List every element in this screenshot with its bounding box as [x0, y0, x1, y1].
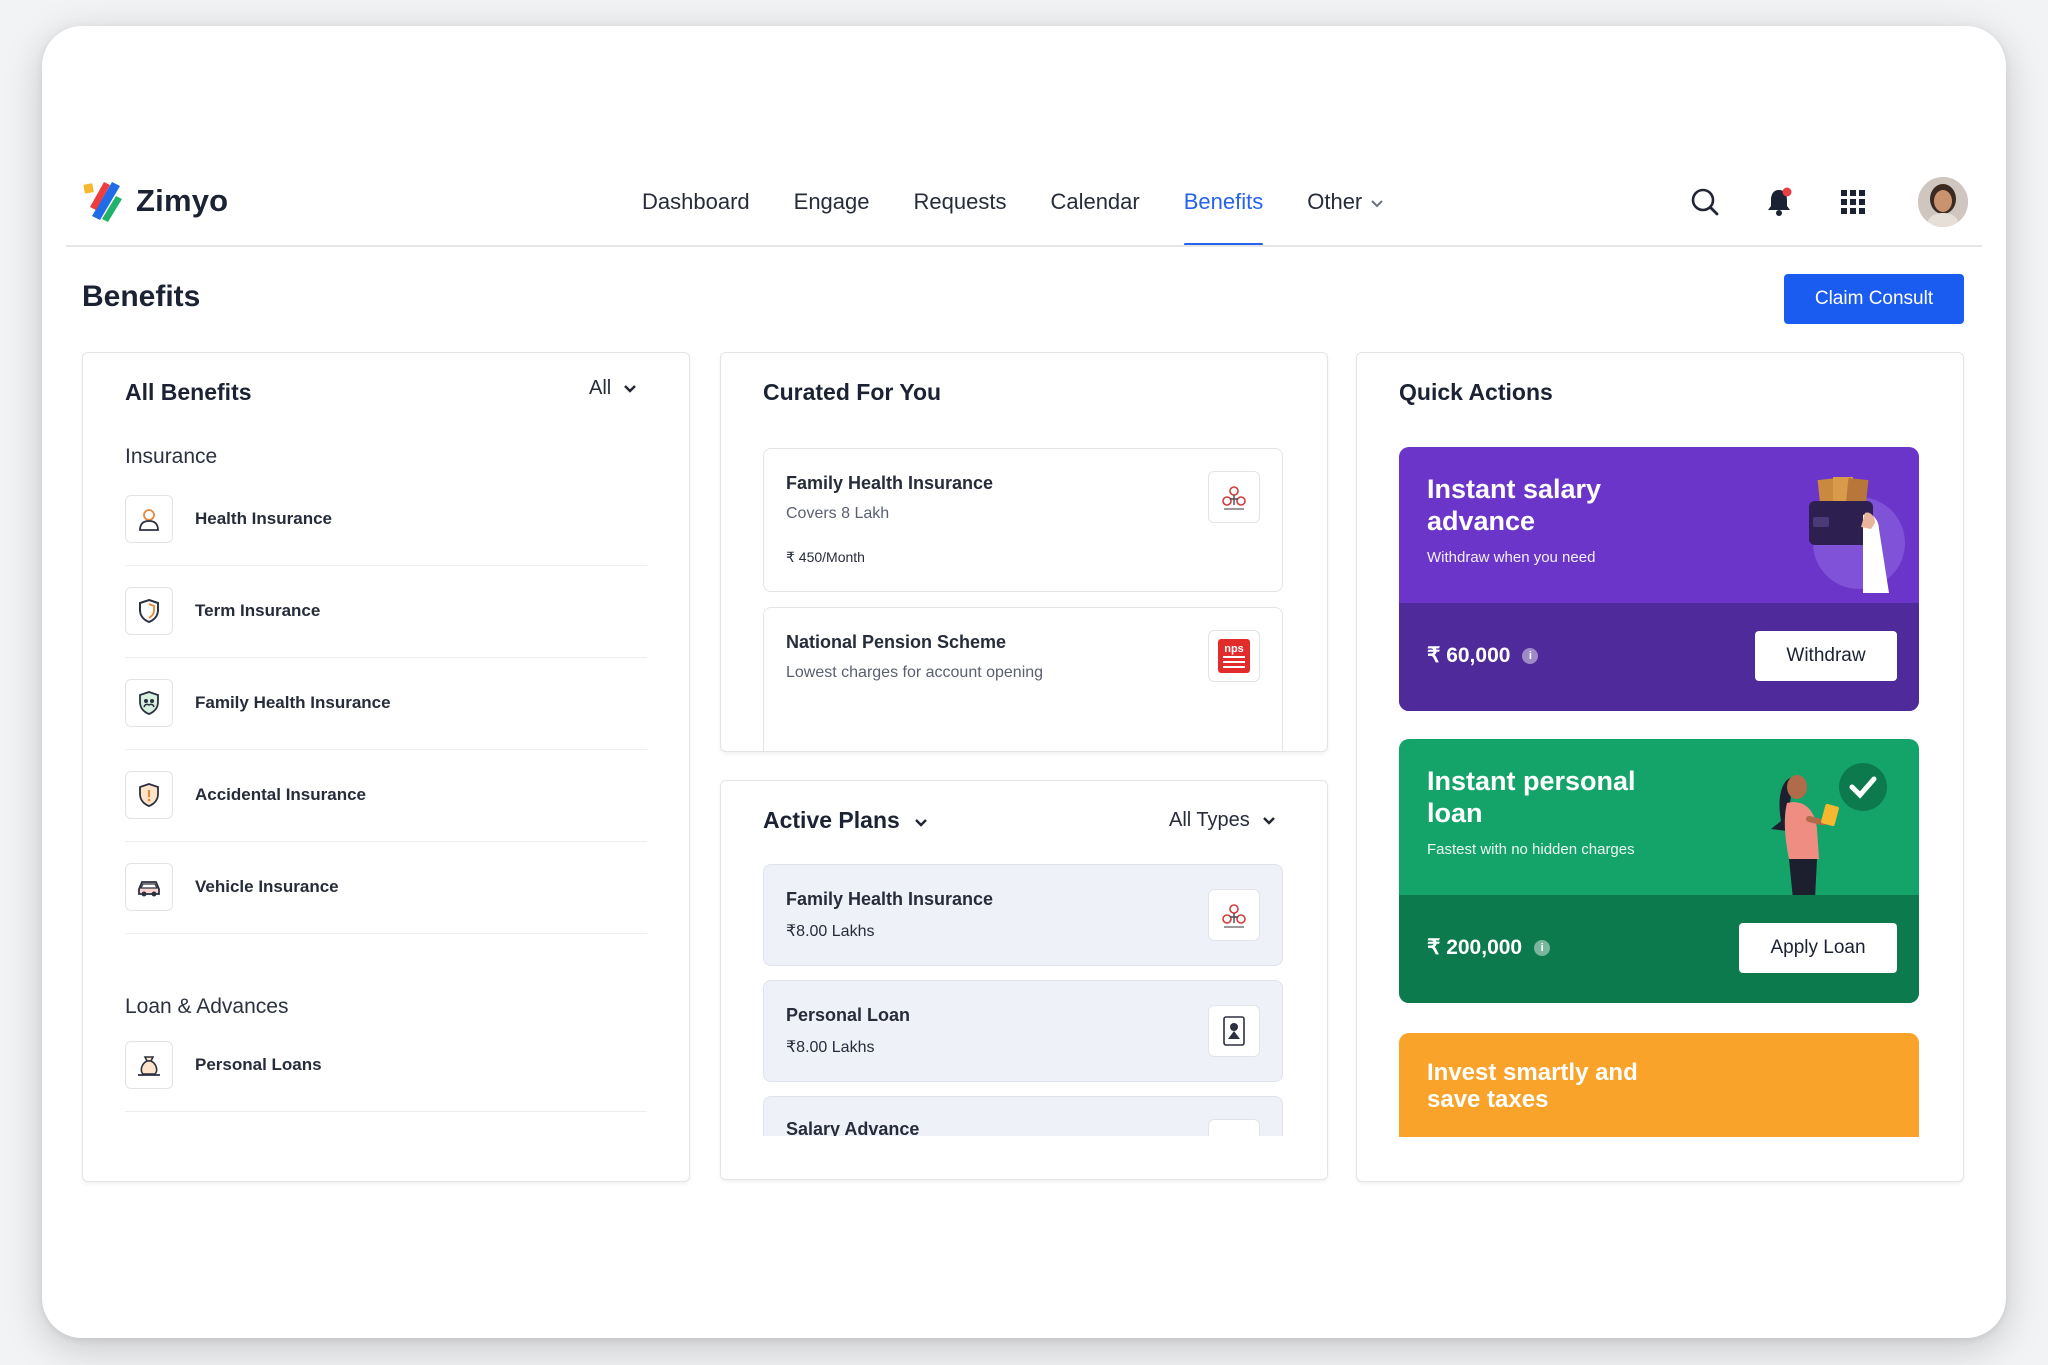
- salary-advance-footer: ₹ 60,000 i Withdraw: [1399, 603, 1919, 711]
- benefits-filter-dropdown[interactable]: All: [589, 377, 637, 400]
- section-loans: Loan & Advances: [125, 995, 289, 1018]
- info-icon[interactable]: i: [1522, 647, 1539, 664]
- info-icon[interactable]: i: [1534, 939, 1551, 956]
- app-window: Zimyo Dashboard Engage Requests Calendar…: [42, 26, 2006, 1338]
- benefit-vehicle-insurance[interactable]: Vehicle Insurance: [125, 841, 647, 934]
- all-benefits-card: All Benefits All Insurance Health Insura…: [82, 352, 690, 1182]
- svg-text:nps: nps: [1224, 643, 1244, 655]
- quick-actions-title: Quick Actions: [1399, 379, 1553, 405]
- benefit-family-health-insurance[interactable]: Family Health Insurance: [125, 657, 647, 750]
- scroll-fade: [721, 1136, 1327, 1179]
- salary-advance-title: Instant salary advance: [1427, 474, 1602, 536]
- header-divider: [66, 245, 1982, 247]
- curated-item[interactable]: National Pension Scheme Lowest charges f…: [763, 607, 1283, 751]
- wallet-illustration-icon: [1799, 473, 1909, 608]
- active-plans-title[interactable]: Active Plans: [763, 807, 928, 834]
- health-insurance-icon: [125, 495, 173, 543]
- nav-calendar[interactable]: Calendar: [1050, 178, 1139, 226]
- personal-loan-subtitle: Fastest with no hidden charges: [1427, 841, 1635, 858]
- chevron-down-icon: [1262, 809, 1276, 832]
- nav-requests[interactable]: Requests: [914, 178, 1007, 226]
- nav-dashboard[interactable]: Dashboard: [642, 178, 750, 226]
- quick-actions-card: Quick Actions Instant salary advance Wit…: [1356, 352, 1964, 1182]
- salary-advance-amount: ₹ 60,000 i: [1427, 643, 1539, 668]
- money-bag-icon: [125, 1041, 173, 1089]
- apps-grid-icon[interactable]: [1836, 185, 1870, 219]
- top-nav: Dashboard Engage Requests Calendar Benef…: [642, 178, 1384, 248]
- zimyo-logo-icon: [82, 178, 124, 224]
- chevron-down-icon: [623, 377, 637, 400]
- family-shield-icon: [125, 679, 173, 727]
- page-title: Benefits: [82, 280, 201, 313]
- personal-loan-amount: ₹ 200,000 i: [1427, 935, 1551, 960]
- bell-icon[interactable]: [1762, 185, 1796, 219]
- risk-covery-logo-icon: [1208, 471, 1260, 523]
- accident-shield-icon: [125, 771, 173, 819]
- header-actions: [1688, 177, 1968, 227]
- personal-loan-footer: ₹ 200,000 i Apply Loan: [1399, 895, 1919, 1003]
- nav-benefits[interactable]: Benefits: [1183, 178, 1263, 246]
- section-insurance: Insurance: [125, 445, 218, 468]
- salary-advance-card[interactable]: Instant salary advance Withdraw when you…: [1399, 447, 1919, 711]
- personal-loan-card[interactable]: Instant personal loan Fastest with no hi…: [1399, 739, 1919, 1003]
- active-plans-card: Active Plans All Types Family Health Ins…: [720, 780, 1328, 1180]
- apply-loan-button[interactable]: Apply Loan: [1739, 923, 1897, 973]
- curated-card: Curated For You Family Health Insurance …: [720, 352, 1328, 752]
- active-plan-item[interactable]: Family Health Insurance ₹8.00 Lakhs: [763, 864, 1283, 966]
- car-icon: [125, 863, 173, 911]
- chevron-down-icon: [1370, 178, 1384, 226]
- withdraw-button[interactable]: Withdraw: [1755, 631, 1897, 681]
- avatar[interactable]: [1918, 177, 1968, 227]
- brand-name: Zimyo: [136, 183, 229, 218]
- personal-loan-title: Instant personal loan: [1427, 766, 1636, 828]
- brand-logo[interactable]: Zimyo: [82, 178, 228, 224]
- curated-title: Curated For You: [763, 379, 942, 405]
- all-benefits-title: All Benefits: [125, 379, 252, 405]
- nav-other[interactable]: Other: [1307, 178, 1384, 226]
- loan-person-illustration-icon: [1759, 759, 1899, 904]
- search-icon[interactable]: [1688, 185, 1722, 219]
- benefit-personal-loans[interactable]: Personal Loans: [125, 1019, 647, 1112]
- benefit-health-insurance[interactable]: Health Insurance: [125, 473, 647, 566]
- salary-advance-subtitle: Withdraw when you need: [1427, 549, 1596, 566]
- loan-lock-icon: [1208, 1005, 1260, 1057]
- invest-title: Invest smartly and save taxes: [1427, 1059, 1638, 1113]
- chevron-down-icon: [914, 807, 928, 834]
- nav-engage[interactable]: Engage: [794, 178, 870, 226]
- curated-item[interactable]: Family Health Insurance Covers 8 Lakh ₹ …: [763, 448, 1283, 592]
- invest-card[interactable]: Invest smartly and save taxes: [1399, 1033, 1919, 1137]
- nps-logo-icon: nps: [1208, 630, 1260, 682]
- claim-consult-button[interactable]: Claim Consult: [1784, 274, 1964, 324]
- benefit-term-insurance[interactable]: Term Insurance: [125, 565, 647, 658]
- active-plan-item[interactable]: Personal Loan ₹8.00 Lakhs: [763, 980, 1283, 1082]
- shield-icon: [125, 587, 173, 635]
- benefit-accidental-insurance[interactable]: Accidental Insurance: [125, 749, 647, 842]
- risk-covery-logo-icon: [1208, 889, 1260, 941]
- plan-type-filter-dropdown[interactable]: All Types: [1169, 809, 1276, 832]
